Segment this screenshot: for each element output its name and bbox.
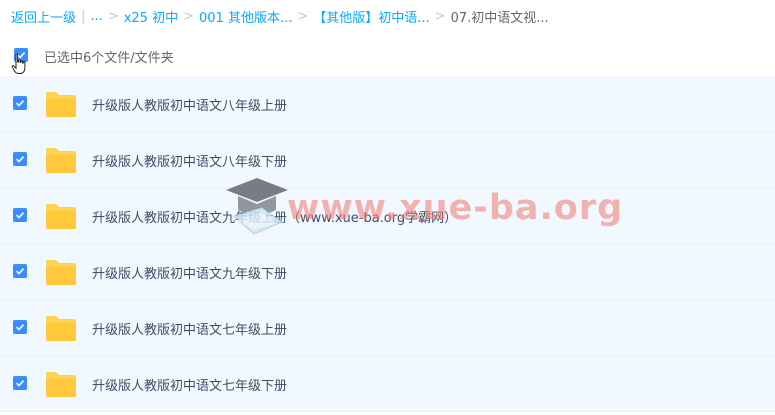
row-checkbox[interactable] — [13, 152, 27, 166]
file-row[interactable]: 升级版人教版初中语文八年级上册 — [0, 76, 775, 132]
back-link[interactable]: 返回上一级 — [11, 7, 76, 26]
breadcrumb-ellipsis[interactable]: ... — [90, 9, 102, 24]
file-row[interactable]: 升级版人教版初中语文七年级下册 — [0, 356, 775, 412]
check-icon — [15, 100, 25, 107]
check-icon — [15, 380, 25, 387]
folder-icon — [46, 148, 76, 173]
folder-icon — [46, 92, 76, 117]
breadcrumb-separator: > — [183, 8, 194, 24]
breadcrumb-separator: > — [297, 8, 309, 24]
folder-icon — [46, 260, 76, 285]
breadcrumb-separator: > — [107, 8, 119, 24]
check-icon — [15, 324, 25, 331]
folder-icon — [46, 316, 76, 341]
breadcrumb-separator: > — [434, 8, 446, 24]
check-icon — [15, 212, 25, 219]
selection-count-text: 已选中6个文件/文件夹 — [44, 51, 174, 66]
folder-icon — [46, 204, 76, 229]
breadcrumb-item-001[interactable]: 001 其他版本... — [199, 7, 292, 26]
file-row[interactable]: 升级版人教版初中语文七年级上册 — [0, 300, 775, 356]
breadcrumb-item-x25[interactable]: x25 初中 — [124, 7, 178, 26]
breadcrumb: 返回上一级 | ... > x25 初中 > 001 其他版本... > 【其他… — [11, 6, 549, 26]
breadcrumb-item-other-edition[interactable]: 【其他版】初中语... — [313, 7, 429, 26]
check-icon — [15, 156, 25, 163]
file-name[interactable]: 升级版人教版初中语文八年级上册 — [92, 95, 287, 114]
breadcrumb-divider: | — [81, 8, 86, 24]
folder-icon — [46, 372, 76, 397]
file-row[interactable]: 升级版人教版初中语文九年级下册 — [0, 244, 775, 300]
breadcrumb-current: 07.初中语文视... — [450, 10, 549, 26]
file-name[interactable]: 升级版人教版初中语文八年级下册 — [92, 151, 287, 170]
file-list: 升级版人教版初中语文八年级上册 升级版人教版初中语文八年级下册 升级版人教版初中… — [0, 76, 775, 412]
file-name[interactable]: 升级版人教版初中语文九年级下册 — [92, 263, 287, 282]
file-row[interactable]: 升级版人教版初中语文八年级下册 — [0, 132, 775, 188]
hand-cursor-icon — [11, 53, 26, 74]
file-name[interactable]: 升级版人教版初中语文七年级下册 — [92, 375, 287, 394]
file-name[interactable]: 升级版人教版初中语文七年级上册 — [92, 319, 287, 338]
selection-bar: 已选中6个文件/文件夹 — [0, 40, 775, 70]
row-checkbox[interactable] — [13, 320, 27, 334]
file-name[interactable]: 升级版人教版初中语文九年级上册（www.xue-ba.org学霸网） — [92, 207, 457, 226]
row-checkbox[interactable] — [13, 264, 27, 278]
check-icon — [15, 268, 25, 275]
row-checkbox[interactable] — [13, 208, 27, 222]
row-checkbox[interactable] — [13, 96, 27, 110]
file-row[interactable]: 升级版人教版初中语文九年级上册（www.xue-ba.org学霸网） — [0, 188, 775, 244]
row-checkbox[interactable] — [13, 376, 27, 390]
